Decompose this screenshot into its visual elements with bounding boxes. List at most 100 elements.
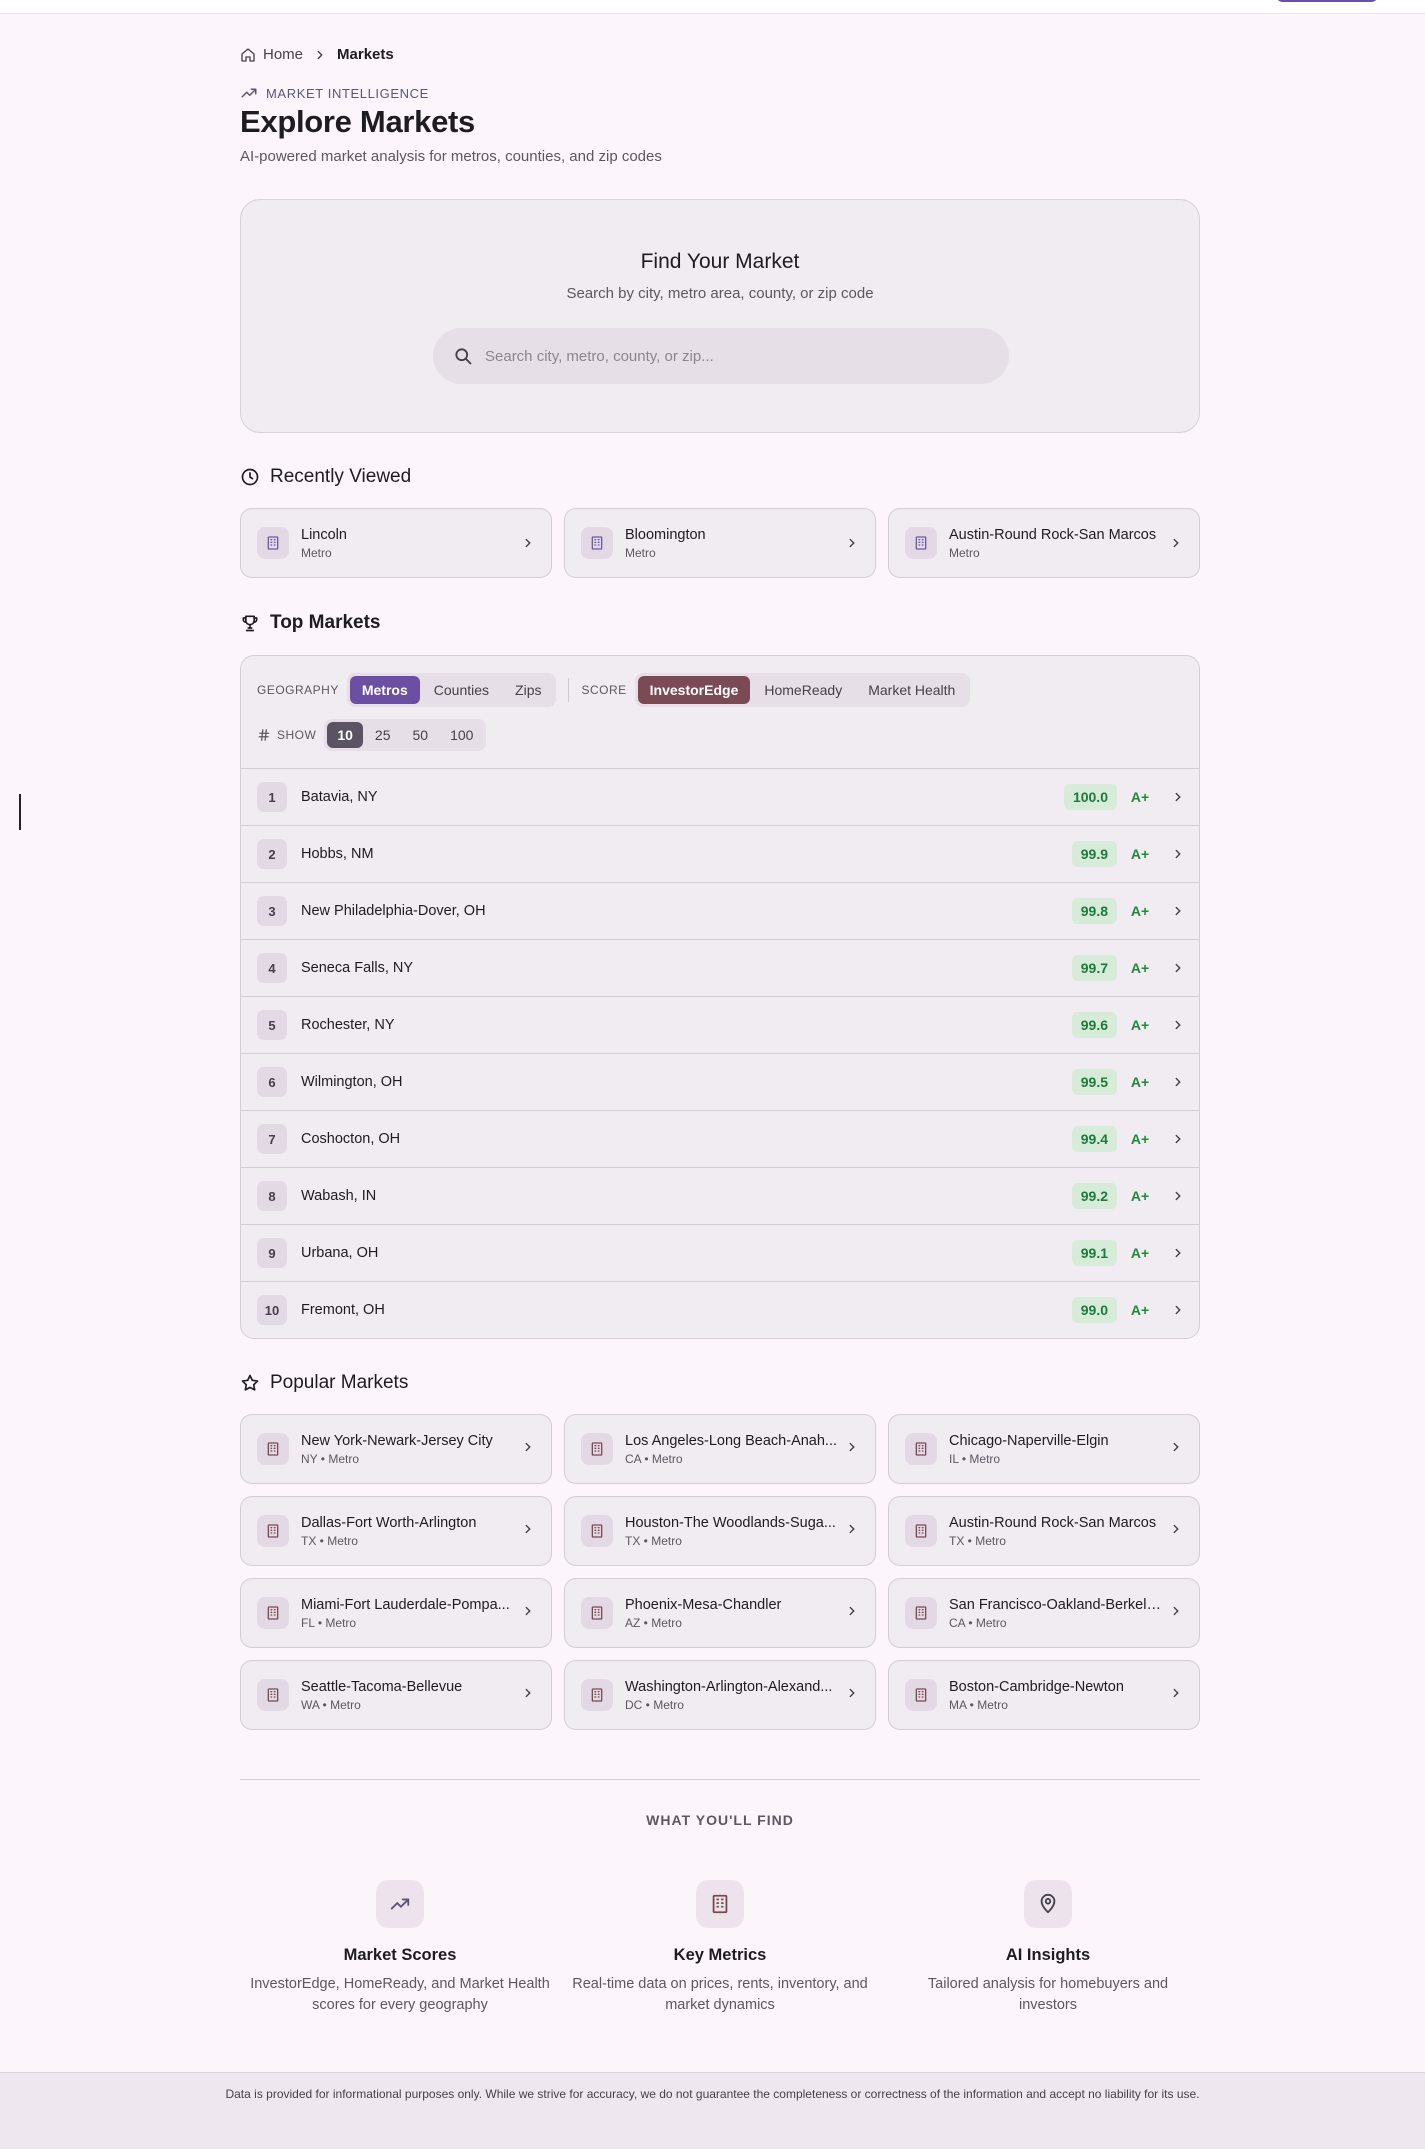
show-option-50[interactable]: 50 [403, 722, 439, 748]
building-icon [905, 1433, 937, 1465]
chevron-right-icon [845, 1604, 859, 1623]
eyebrow-label: MARKET INTELLIGENCE [266, 85, 429, 101]
building-icon [257, 1515, 289, 1547]
page-eyebrow: MARKET INTELLIGENCE [240, 84, 429, 102]
table-row[interactable]: 1 Batavia, NY 100.0 A+ [241, 768, 1199, 825]
table-row[interactable]: 5 Rochester, NY 99.6 A+ [241, 996, 1199, 1053]
chevron-right-icon [1163, 1189, 1185, 1203]
card-sub: Metro [301, 545, 332, 560]
grade-label: A+ [1130, 789, 1150, 805]
geo-option-zips[interactable]: Zips [503, 676, 553, 704]
rank-badge: 1 [257, 782, 287, 812]
chevron-right-icon [1163, 1132, 1185, 1146]
market-name: Urbana, OH [301, 1245, 379, 1261]
rank-badge: 8 [257, 1181, 287, 1211]
chevron-right-icon [1173, 538, 1179, 548]
score-option-investoredge[interactable]: InvestorEdge [637, 676, 751, 704]
popular-market-card[interactable]: Seattle-Tacoma-Bellevue WA • Metro [240, 1660, 552, 1730]
grade-label: A+ [1130, 960, 1150, 976]
table-row[interactable]: 4 Seneca Falls, NY 99.7 A+ [241, 939, 1199, 996]
table-row[interactable]: 2 Hobbs, NM 99.9 A+ [241, 825, 1199, 882]
recent-market-card[interactable]: Lincoln Metro [240, 508, 552, 578]
building-icon [905, 1679, 937, 1711]
popular-market-card[interactable]: San Francisco-Oakland-Berkeley CA • Metro [888, 1578, 1200, 1648]
feature-description: InvestorEdge, HomeReady, and Market Heal… [250, 1976, 550, 2013]
popular-market-card[interactable]: Dallas-Fort Worth-Arlington TX • Metro [240, 1496, 552, 1566]
popular-markets-title: Popular Markets [270, 1372, 409, 1393]
search-input[interactable] [485, 347, 985, 365]
feature-key-metrics: Key Metrics Real-time data on prices, re… [570, 1880, 870, 2016]
building-icon [905, 1515, 937, 1547]
card-sub: TX • Metro [301, 1533, 358, 1548]
chevron-right-icon [845, 1522, 859, 1541]
trophy-icon [242, 615, 258, 632]
popular-market-card[interactable]: Chicago-Naperville-Elgin IL • Metro [888, 1414, 1200, 1484]
search-card: Find Your Market Search by city, metro a… [240, 199, 1200, 433]
chevron-right-icon [521, 1604, 535, 1623]
clock-icon [241, 468, 259, 486]
show-option-100[interactable]: 100 [440, 722, 483, 748]
building-icon [581, 1433, 613, 1465]
map-pin-icon [1024, 1880, 1072, 1928]
home-icon [241, 47, 255, 62]
popular-market-card[interactable]: Washington-Arlington-Alexand... DC • Metr… [564, 1660, 876, 1730]
table-row[interactable]: 6 Wilmington, OH 99.5 A+ [241, 1053, 1199, 1110]
market-name: Seneca Falls, NY [301, 960, 414, 976]
popular-market-card[interactable]: Houston-The Woodlands-Suga... TX • Metro [564, 1496, 876, 1566]
chevron-right-icon [849, 538, 855, 548]
chevron-right-icon [1169, 1440, 1183, 1459]
show-option-10[interactable]: 10 [327, 722, 363, 748]
chevron-right-icon [1163, 961, 1185, 975]
star-icon [241, 1374, 259, 1391]
table-row[interactable]: 8 Wabash, IN 99.2 A+ [241, 1167, 1199, 1224]
building-icon [257, 1433, 289, 1465]
popular-market-card[interactable]: Phoenix-Mesa-Chandler AZ • Metro [564, 1578, 876, 1648]
chevron-right-icon [521, 1522, 535, 1541]
filter-bar: GEOGRAPHY Metros Counties Zips SCORE Inv… [257, 673, 971, 707]
recent-market-card[interactable]: Austin-Round Rock-San Marcos Metro [888, 508, 1200, 578]
building-icon [905, 527, 937, 559]
recent-market-card[interactable]: Bloomington Metro [564, 508, 876, 578]
breadcrumb-home-label: Home [263, 46, 304, 63]
top-nav-bar [0, 0, 1425, 14]
table-row[interactable]: 7 Coshocton, OH 99.4 A+ [241, 1110, 1199, 1167]
table-row[interactable]: 9 Urbana, OH 99.1 A+ [241, 1224, 1199, 1281]
score-option-market-health[interactable]: Market Health [856, 676, 967, 704]
geo-option-counties[interactable]: Counties [422, 676, 501, 704]
chevron-right-icon [1163, 1303, 1185, 1317]
chevron-right-icon [1163, 1246, 1185, 1260]
search-icon [455, 348, 472, 365]
rank-badge: 5 [257, 1010, 287, 1040]
building-icon [581, 1679, 613, 1711]
page-subtitle: AI-powered market analysis for metros, c… [240, 148, 662, 165]
search-box[interactable] [433, 328, 1009, 384]
chevron-right-icon [1169, 1686, 1183, 1705]
footer: Data is provided for informational purpo… [0, 2072, 1425, 2149]
popular-market-card[interactable]: Miami-Fort Lauderdale-Pompa... FL • Metro [240, 1578, 552, 1648]
popular-market-card[interactable]: New York-Newark-Jersey City NY • Metro [240, 1414, 552, 1484]
show-option-25[interactable]: 25 [365, 722, 401, 748]
grade-label: A+ [1130, 1188, 1150, 1204]
building-icon [257, 1597, 289, 1629]
popular-market-card[interactable]: Austin-Round Rock-San Marcos TX • Metro [888, 1496, 1200, 1566]
trending-up-icon [376, 1880, 424, 1928]
card-sub: CA • Metro [625, 1451, 683, 1466]
show-count-toggle: 10 25 50 100 [324, 719, 487, 751]
table-row[interactable]: 10 Fremont, OH 99.0 A+ [241, 1281, 1199, 1338]
popular-market-card[interactable]: Boston-Cambridge-Newton MA • Metro [888, 1660, 1200, 1730]
card-sub: Metro [949, 545, 980, 560]
geo-option-metros[interactable]: Metros [349, 676, 420, 704]
breadcrumb-home[interactable]: Home [240, 46, 303, 63]
feature-title: AI Insights [1005, 1946, 1091, 1964]
card-name: Bloomington [625, 526, 706, 543]
score-option-homeready[interactable]: HomeReady [752, 676, 854, 704]
card-name: Los Angeles-Long Beach-Anah... [625, 1432, 837, 1449]
popular-market-card[interactable]: Los Angeles-Long Beach-Anah... CA • Metro [564, 1414, 876, 1484]
score-badge: 99.9 [1071, 841, 1117, 867]
table-row[interactable]: 3 New Philadelphia-Dover, OH 99.8 A+ [241, 882, 1199, 939]
card-sub: CA • Metro [949, 1615, 1007, 1630]
nav-action-button[interactable] [1277, 0, 1377, 2]
popular-markets-heading: Popular Markets [240, 1372, 408, 1394]
market-name: Rochester, NY [301, 1017, 395, 1033]
footer-disclaimer: Data is provided for informational purpo… [225, 2087, 1200, 2101]
